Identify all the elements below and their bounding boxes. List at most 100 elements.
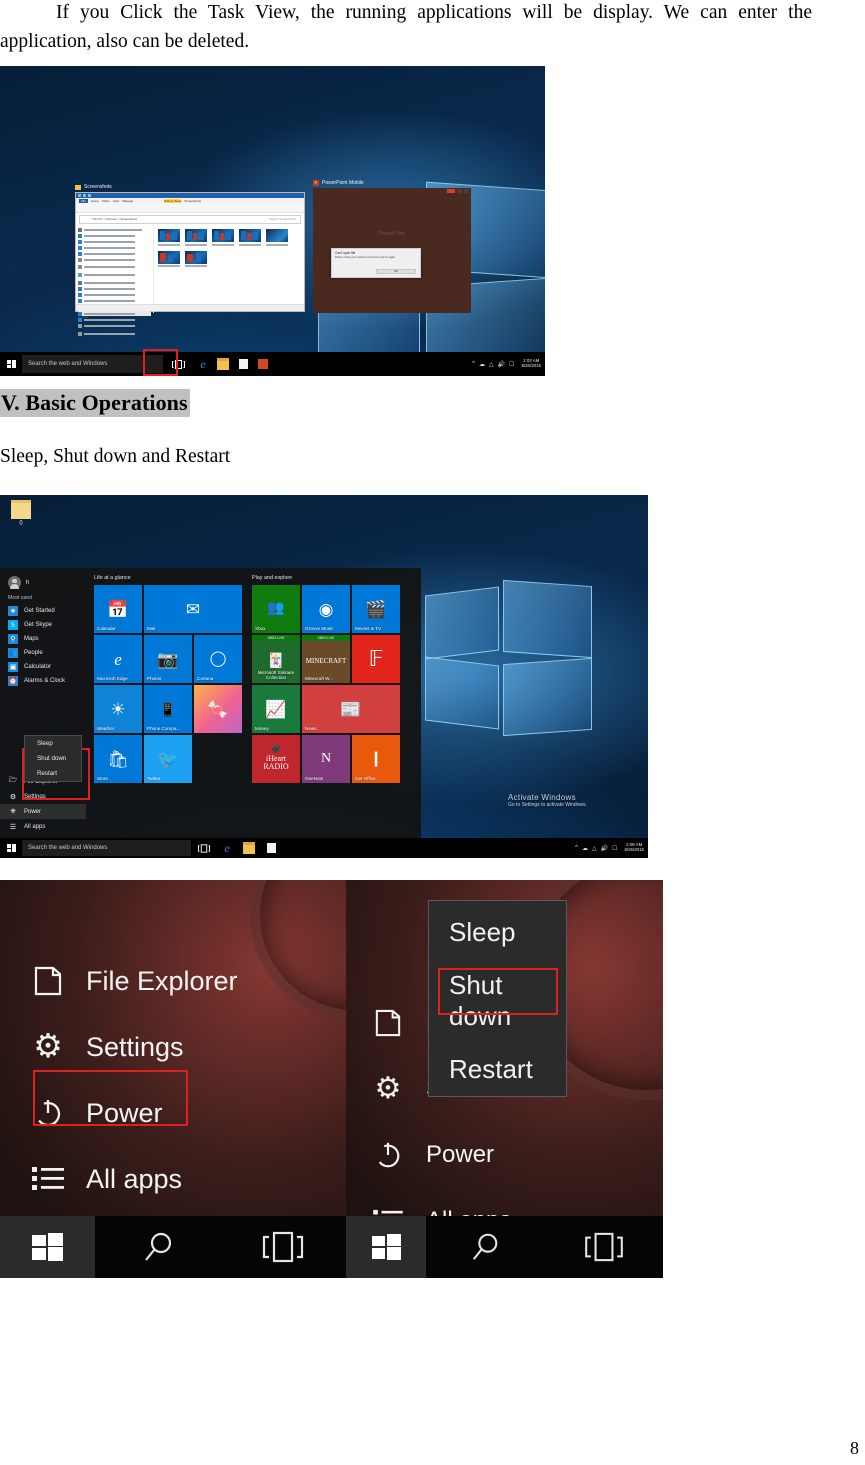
taskbar[interactable]: Search the web and Windows e ^ ☁ △ 🔊 ☐ 2…: [0, 838, 648, 858]
start-item-all-apps[interactable]: ☰ All apps: [0, 819, 86, 834]
volume-icon[interactable]: 🔊: [601, 845, 608, 852]
search-input[interactable]: Search the web and Windows: [22, 354, 163, 374]
explorer-address-bar[interactable]: This PC > Pictures > Screenshots Search …: [79, 214, 301, 224]
tile-flipboard[interactable]: 𝔽: [352, 635, 400, 683]
tile-minecraft[interactable]: XBOX LIVE MINECRAFT Minecraft W...: [302, 635, 350, 683]
taskbar[interactable]: [0, 1216, 346, 1278]
chevron-up-icon[interactable]: ^: [472, 361, 475, 367]
chevron-up-icon[interactable]: ^: [575, 845, 578, 851]
ok-button[interactable]: OK: [376, 269, 416, 274]
list-item[interactable]: [211, 229, 234, 246]
task-view-icon[interactable]: [191, 843, 216, 853]
file-explorer-icon[interactable]: [213, 358, 233, 370]
list-item[interactable]: [184, 229, 207, 246]
start-item-people[interactable]: 👥 People: [0, 646, 86, 660]
start-menu-tiles-pane[interactable]: Life at a glance 📅 Calendar ✉ Mail e Mic…: [86, 568, 421, 838]
start-item-alarms-clock[interactable]: ⏰ Alarms & Clock: [0, 674, 86, 688]
tile-money[interactable]: 📈 Money: [252, 685, 300, 733]
minimize-icon[interactable]: [464, 189, 469, 193]
action-center-icon[interactable]: ☐: [509, 361, 514, 368]
tab-file[interactable]: File: [79, 198, 88, 203]
network-icon[interactable]: △: [592, 845, 597, 852]
task-view-icon[interactable]: [545, 1232, 664, 1262]
edge-icon[interactable]: e: [193, 357, 213, 372]
start-item-file-explorer[interactable]: File Explorer: [28, 948, 238, 1014]
windows-start-icon[interactable]: [0, 352, 22, 376]
tile-xbox[interactable]: 👥 Xbox: [252, 585, 300, 633]
power-option-sleep[interactable]: Sleep: [429, 901, 566, 948]
tab-home[interactable]: Home: [91, 199, 99, 203]
start-item-power[interactable]: Power: [368, 1122, 511, 1188]
edge-icon[interactable]: e: [216, 841, 238, 856]
tile-phone-companion[interactable]: 📱 Phone Compa...: [144, 685, 192, 733]
task-view-icon[interactable]: [221, 1231, 347, 1263]
tile-onenote[interactable]: N OneNote: [302, 735, 350, 783]
explorer-navigation-pane[interactable]: [76, 225, 154, 336]
tile-mail[interactable]: ✉ Mail: [144, 585, 242, 633]
action-center-icon[interactable]: ☐: [612, 845, 617, 852]
desktop-folder-icon[interactable]: (): [8, 500, 34, 526]
close-icon[interactable]: [447, 189, 455, 193]
tile-twitter[interactable]: 🐦 Twitter: [144, 735, 192, 783]
breadcrumb[interactable]: This PC > Pictures > Screenshots: [80, 217, 137, 221]
tab-view[interactable]: View: [113, 199, 119, 203]
tile-news[interactable]: 📰 News: [302, 685, 400, 733]
tab-share[interactable]: Share: [102, 199, 110, 203]
list-item[interactable]: [265, 229, 288, 246]
start-item-get-skype[interactable]: S Get Skype: [0, 618, 86, 632]
windows-start-icon[interactable]: [0, 1216, 95, 1278]
tile-candy-crush[interactable]: 🍬: [194, 685, 242, 733]
network-icon[interactable]: △: [489, 361, 494, 368]
tile-movies-tv[interactable]: 🎬 Movies & TV: [352, 585, 400, 633]
tile-iheart-radio[interactable]: 🖤 iHeart RADIO: [252, 735, 300, 783]
store-icon[interactable]: [260, 843, 282, 853]
power-option-restart[interactable]: Restart: [25, 766, 81, 781]
task-view-card-powerpoint[interactable]: P PowerPoint Mobile PowerPoint Can't ope…: [313, 180, 471, 315]
list-item[interactable]: [157, 229, 180, 246]
windows-start-icon[interactable]: [0, 838, 22, 858]
tile-solitaire[interactable]: XBOX LIVE 🃏 Microsoft Solitaire Collecti…: [252, 635, 300, 683]
taskbar-clock[interactable]: 2:03 AM 8/26/2015: [521, 359, 541, 368]
explorer-file-list[interactable]: [154, 225, 304, 313]
task-view-card-explorer[interactable]: Screenshots File Home Share View Manage …: [75, 184, 305, 336]
powerpoint-caption-buttons[interactable]: [313, 188, 471, 194]
tile-get-office[interactable]: ❙ Get Office: [352, 735, 400, 783]
search-icon[interactable]: [95, 1230, 221, 1264]
list-item[interactable]: [157, 250, 180, 267]
tab-manage[interactable]: Manage: [122, 199, 133, 203]
contextual-tab-picture-tools[interactable]: Picture Tools: [164, 198, 182, 203]
tile-weather[interactable]: ☀ Weather: [94, 685, 142, 733]
tile-groove-music[interactable]: ◉ Groove Music: [302, 585, 350, 633]
power-option-restart[interactable]: Restart: [429, 1032, 566, 1085]
start-item-get-started[interactable]: ★ Get Started: [0, 604, 86, 618]
search-icon[interactable]: [426, 1231, 545, 1263]
power-option-shut-down[interactable]: Shut down: [25, 751, 81, 766]
windows-start-icon[interactable]: [346, 1216, 426, 1278]
start-item-calculator[interactable]: ▣ Calculator: [0, 660, 86, 674]
start-item-maps[interactable]: ⚲ Maps: [0, 632, 86, 646]
tile-cortana[interactable]: ◯ Cortana: [194, 635, 242, 683]
search-input[interactable]: Search the web and Windows: [22, 840, 191, 856]
start-item-all-apps[interactable]: All apps: [28, 1146, 238, 1212]
store-icon[interactable]: [233, 359, 253, 369]
tile-store[interactable]: 🛍 Store: [94, 735, 142, 783]
taskbar-clock[interactable]: 2:08 AM 8/26/2015: [624, 843, 644, 852]
tile-microsoft-edge[interactable]: e Microsoft Edge: [94, 635, 142, 683]
onedrive-icon[interactable]: ☁: [479, 361, 485, 368]
powerpoint-icon[interactable]: [253, 359, 273, 369]
user-account-tile[interactable]: h: [0, 574, 86, 589]
file-explorer-icon[interactable]: [238, 842, 260, 854]
explorer-ribbon[interactable]: [76, 203, 304, 213]
maximize-icon[interactable]: [457, 189, 462, 193]
search-input[interactable]: Search Screenshots: [269, 217, 300, 221]
tile-photos[interactable]: 📷 Photos: [144, 635, 192, 683]
volume-icon[interactable]: 🔊: [498, 361, 505, 368]
start-item-power[interactable]: ⎈ Power: [0, 804, 86, 819]
onedrive-icon[interactable]: ☁: [582, 845, 588, 852]
power-flyout-menu[interactable]: Sleep Shut down Restart: [24, 735, 82, 782]
list-item[interactable]: [184, 250, 207, 267]
power-option-sleep[interactable]: Sleep: [25, 736, 81, 751]
tile-calendar[interactable]: 📅 Calendar: [94, 585, 142, 633]
list-item[interactable]: [238, 229, 261, 246]
taskbar[interactable]: [346, 1216, 663, 1278]
